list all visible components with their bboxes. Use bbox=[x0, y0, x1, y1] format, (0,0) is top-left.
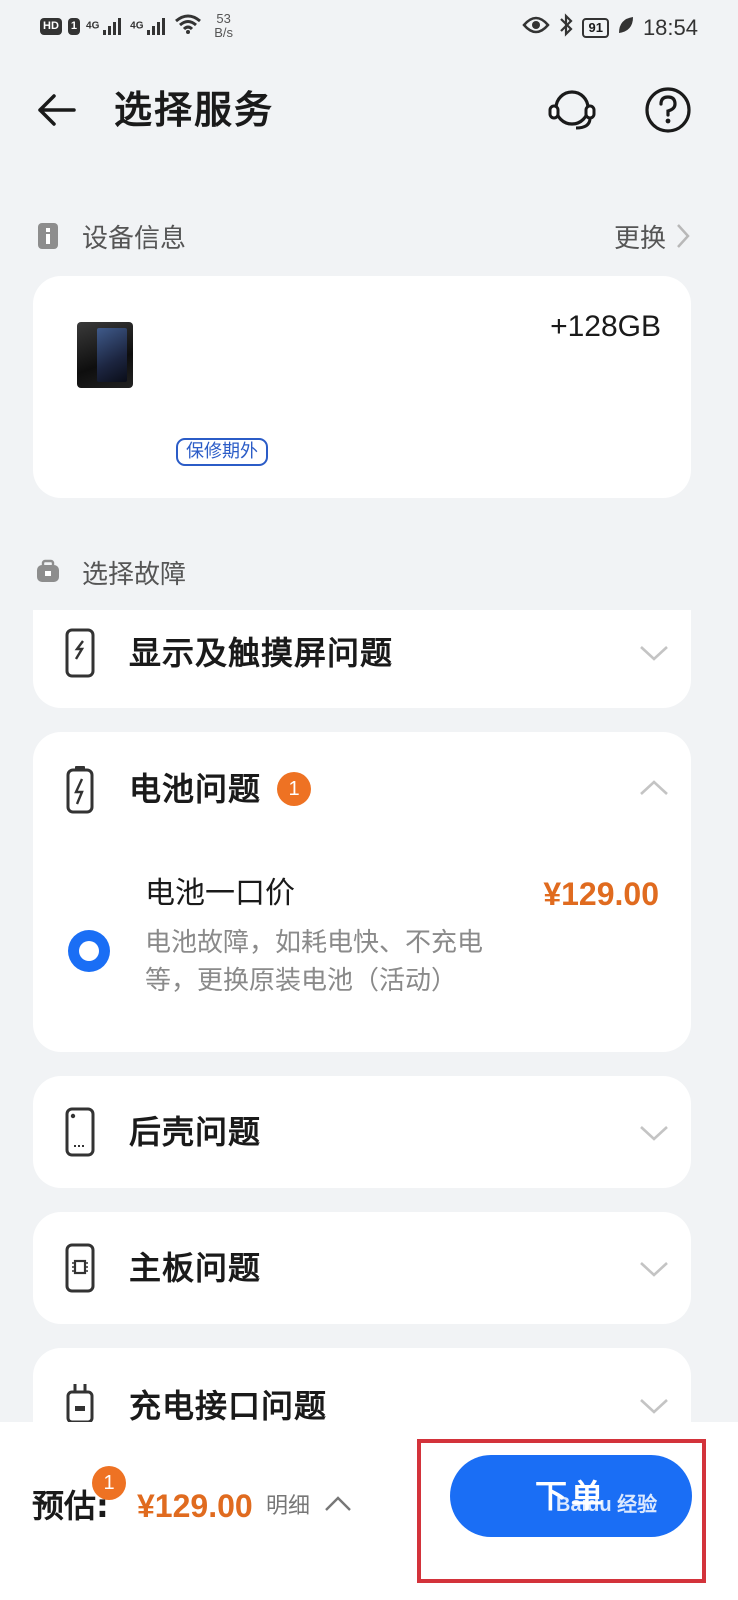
leaf-icon bbox=[617, 15, 635, 40]
option-desc-line-2: 等，更换原装电池（活动） bbox=[145, 966, 458, 996]
page-title: 选择服务 bbox=[114, 88, 275, 132]
battery-option[interactable]: 电池一口价 ¥129.00 电池故障，如耗电快、不充电 等，更换原装电池（活动） bbox=[33, 842, 691, 1052]
customer-service-button[interactable] bbox=[546, 84, 598, 136]
device-card: +128GB 保修期外 bbox=[33, 276, 691, 498]
chevron-down-icon bbox=[640, 1126, 668, 1141]
estimate-price: ¥129.00 bbox=[137, 1488, 253, 1524]
detail-label: 明细 bbox=[266, 1494, 311, 1519]
fault-label-battery: 电池问题 bbox=[129, 770, 262, 808]
speed-unit: B/s bbox=[214, 25, 234, 40]
battery-count-badge: 1 bbox=[277, 772, 311, 806]
back-button[interactable] bbox=[34, 86, 82, 134]
option-price: ¥129.00 bbox=[543, 876, 659, 912]
headset-icon bbox=[548, 90, 596, 130]
fault-card-screen[interactable]: 显示及触摸屏问题 bbox=[33, 610, 691, 708]
bluetooth-icon bbox=[558, 13, 574, 42]
baidu-watermark: Baidu 经验 bbox=[556, 1494, 658, 1516]
chevron-up-icon bbox=[325, 1496, 351, 1511]
warranty-badge: 保修期外 bbox=[176, 438, 268, 466]
chevron-down-icon bbox=[640, 646, 668, 661]
device-image bbox=[77, 322, 133, 388]
fault-card-battery: 电池问题 1 电池一口价 ¥129.00 电池故障，如耗电快、不充电 等，更换原… bbox=[33, 732, 691, 1052]
network-speed: 53 B/s bbox=[214, 12, 233, 40]
fault-label-screen: 显示及触摸屏问题 bbox=[129, 634, 394, 672]
toolbox-icon bbox=[37, 559, 59, 582]
option-description: 电池故障，如耗电快、不充电 等，更换原装电池（活动） bbox=[145, 924, 545, 1000]
status-right: 91 18:54 bbox=[522, 13, 698, 42]
battery-icon bbox=[66, 766, 94, 814]
bottom-bar: 预估: 1 ¥129.00 明细 下单 Baidu 经验 bbox=[0, 1422, 738, 1600]
fault-card-back-cover[interactable]: 后壳问题 bbox=[33, 1076, 691, 1188]
detail-toggle[interactable]: 明细 bbox=[266, 1488, 352, 1520]
fault-select-header: 选择故障 bbox=[36, 552, 186, 592]
chevron-down-icon bbox=[640, 1262, 668, 1277]
sim-indicator: 1 bbox=[67, 17, 81, 35]
status-left: HD 1 4G 4G 53 B/s bbox=[40, 12, 233, 40]
network-type-1: 4G bbox=[86, 20, 100, 32]
speed-value: 53 bbox=[216, 11, 231, 26]
fault-label-back-cover: 后壳问题 bbox=[129, 1113, 262, 1151]
change-device-link[interactable]: 更换 bbox=[614, 216, 690, 256]
chevron-down-icon bbox=[640, 1399, 668, 1414]
device-spec: +128GB bbox=[550, 310, 661, 343]
fault-card-mainboard[interactable]: 主板问题 bbox=[33, 1212, 691, 1324]
info-icon bbox=[38, 223, 58, 249]
mainboard-icon bbox=[65, 1243, 95, 1293]
battery-header[interactable]: 电池问题 1 bbox=[33, 732, 691, 842]
eye-icon bbox=[522, 15, 551, 40]
signal-icon: 4G bbox=[86, 16, 124, 36]
chevron-right-icon bbox=[677, 224, 690, 248]
question-icon bbox=[645, 87, 691, 133]
back-cover-icon bbox=[65, 1107, 95, 1157]
signal-icon-2: 4G bbox=[130, 16, 168, 36]
network-type-2: 4G bbox=[130, 20, 144, 32]
device-info-header: 设备信息 bbox=[36, 216, 186, 256]
arrow-left-icon bbox=[38, 94, 76, 126]
clock: 18:54 bbox=[642, 14, 698, 40]
option-title: 电池一口价 bbox=[145, 876, 295, 911]
fault-label-mainboard: 主板问题 bbox=[129, 1249, 262, 1287]
help-button[interactable] bbox=[642, 84, 694, 136]
screen-icon bbox=[65, 628, 95, 678]
chevron-up-icon bbox=[640, 780, 668, 795]
device-info-label: 设备信息 bbox=[82, 223, 187, 254]
change-label: 更换 bbox=[613, 223, 666, 254]
option-desc-line-1: 电池故障，如耗电快、不充电 bbox=[145, 928, 484, 958]
status-bar: HD 1 4G 4G 53 B/s 91 18:54 bbox=[0, 0, 738, 52]
title-bar: 选择服务 bbox=[0, 70, 738, 150]
cart-count-badge: 1 bbox=[92, 1466, 126, 1500]
option-radio[interactable] bbox=[68, 930, 110, 972]
battery-indicator: 91 bbox=[582, 17, 609, 38]
wifi-icon bbox=[174, 13, 202, 40]
fault-select-label: 选择故障 bbox=[82, 559, 187, 590]
hd-indicator: HD bbox=[40, 17, 62, 35]
